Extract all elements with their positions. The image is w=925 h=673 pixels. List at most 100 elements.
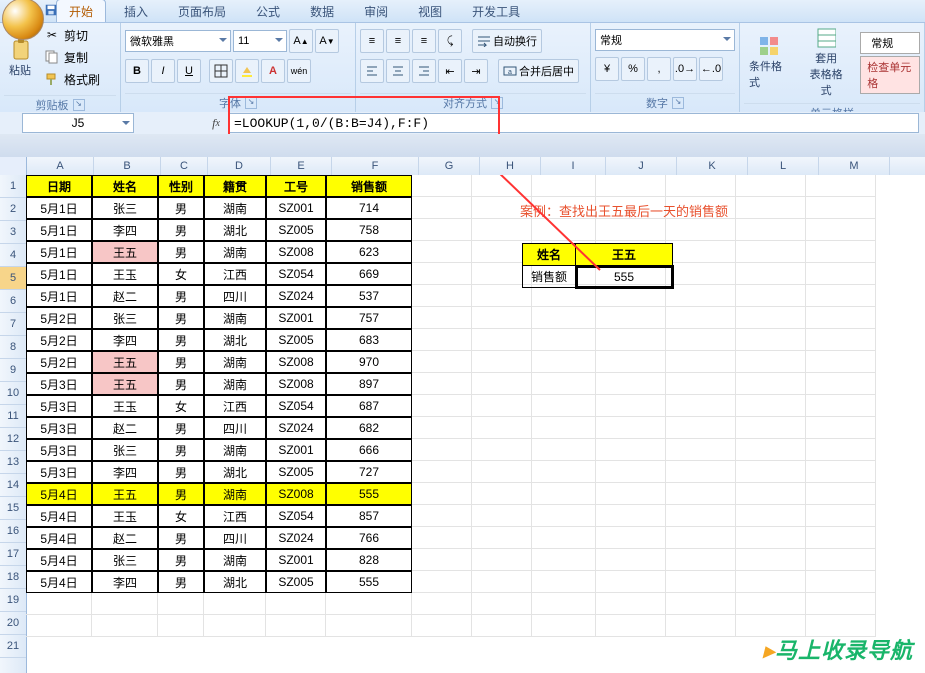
cell-F3[interactable]: 758	[326, 219, 412, 241]
cell-C7[interactable]: 男	[158, 307, 204, 329]
cell-E14[interactable]: SZ005	[266, 461, 326, 483]
cell-H20[interactable]	[472, 593, 532, 615]
cell-J7[interactable]	[596, 307, 666, 329]
cell-K12[interactable]	[666, 417, 736, 439]
cell-K5[interactable]	[666, 263, 736, 285]
cell-A18[interactable]: 5月4日	[26, 549, 92, 571]
cell-M4[interactable]	[806, 241, 876, 263]
cell-F21[interactable]	[326, 615, 412, 637]
cell-J19[interactable]	[596, 571, 666, 593]
phonetic-button[interactable]: wén	[287, 59, 311, 83]
cell-I9[interactable]	[532, 351, 596, 373]
cell-L16[interactable]	[736, 505, 806, 527]
cell-E7[interactable]: SZ001	[266, 307, 326, 329]
cell-A3[interactable]: 5月1日	[26, 219, 92, 241]
cell-I16[interactable]	[532, 505, 596, 527]
menu-tab-开发工具[interactable]: 开发工具	[460, 0, 532, 23]
row-header-9[interactable]: 9	[0, 359, 26, 382]
cell-B15[interactable]: 王五	[92, 483, 158, 505]
cell-D5[interactable]: 江西	[204, 263, 266, 285]
cell-F17[interactable]: 766	[326, 527, 412, 549]
cell-J10[interactable]	[596, 373, 666, 395]
row-header-14[interactable]: 14	[0, 474, 26, 497]
cell-I7[interactable]	[532, 307, 596, 329]
decrease-decimal-button[interactable]: ←.0	[699, 57, 723, 81]
cell-K16[interactable]	[666, 505, 736, 527]
cell-J18[interactable]	[596, 549, 666, 571]
cell-E19[interactable]: SZ005	[266, 571, 326, 593]
cell-D18[interactable]: 湖南	[204, 549, 266, 571]
cell-K11[interactable]	[666, 395, 736, 417]
cut-button[interactable]: ✂剪切	[42, 25, 100, 45]
cell-G10[interactable]	[412, 373, 472, 395]
cell-E4[interactable]: SZ008	[266, 241, 326, 263]
cell-D1[interactable]: 籍贯	[204, 175, 266, 197]
wrap-text-button[interactable]: 自动换行	[472, 29, 542, 53]
cell-M13[interactable]	[806, 439, 876, 461]
row-header-7[interactable]: 7	[0, 313, 26, 336]
cell-J6[interactable]	[596, 285, 666, 307]
row-header-11[interactable]: 11	[0, 405, 26, 428]
align-right-button[interactable]	[412, 59, 436, 83]
cell-B14[interactable]: 李四	[92, 461, 158, 483]
cell-I19[interactable]	[532, 571, 596, 593]
cell-L15[interactable]	[736, 483, 806, 505]
cell-D16[interactable]: 江西	[204, 505, 266, 527]
cell-G4[interactable]	[412, 241, 472, 263]
cell-C2[interactable]: 男	[158, 197, 204, 219]
cell-C16[interactable]: 女	[158, 505, 204, 527]
cell-H21[interactable]	[472, 615, 532, 637]
cell-E8[interactable]: SZ005	[266, 329, 326, 351]
cell-F14[interactable]: 727	[326, 461, 412, 483]
cell-G16[interactable]	[412, 505, 472, 527]
row-header-1[interactable]: 1	[0, 175, 26, 198]
cell-I17[interactable]	[532, 527, 596, 549]
cell-K20[interactable]	[666, 593, 736, 615]
cell-F8[interactable]: 683	[326, 329, 412, 351]
cell-K15[interactable]	[666, 483, 736, 505]
cell-G2[interactable]	[412, 197, 472, 219]
cell-M11[interactable]	[806, 395, 876, 417]
cell-K21[interactable]	[666, 615, 736, 637]
cell-E12[interactable]: SZ024	[266, 417, 326, 439]
cell-E6[interactable]: SZ024	[266, 285, 326, 307]
cell-H19[interactable]	[472, 571, 532, 593]
cell-H10[interactable]	[472, 373, 532, 395]
align-center-button[interactable]	[386, 59, 410, 83]
align-top-button[interactable]: ≡	[360, 29, 384, 53]
cell-C11[interactable]: 女	[158, 395, 204, 417]
cell-K9[interactable]	[666, 351, 736, 373]
cell-B13[interactable]: 张三	[92, 439, 158, 461]
cell-J17[interactable]	[596, 527, 666, 549]
cell-M20[interactable]	[806, 593, 876, 615]
cell-E9[interactable]: SZ008	[266, 351, 326, 373]
col-header-F[interactable]: F	[332, 157, 419, 175]
cell-G1[interactable]	[412, 175, 472, 197]
row-header-6[interactable]: 6	[0, 290, 26, 313]
menu-tab-插入[interactable]: 插入	[112, 0, 160, 23]
cell-I18[interactable]	[532, 549, 596, 571]
cell-M5[interactable]	[806, 263, 876, 285]
cell-D6[interactable]: 四川	[204, 285, 266, 307]
row-header-16[interactable]: 16	[0, 520, 26, 543]
menu-tab-视图[interactable]: 视图	[406, 0, 454, 23]
menu-tab-数据[interactable]: 数据	[298, 0, 346, 23]
cell-K1[interactable]	[666, 175, 736, 197]
cell-B7[interactable]: 张三	[92, 307, 158, 329]
name-box[interactable]: J5	[22, 113, 134, 133]
cell-L17[interactable]	[736, 527, 806, 549]
cell-K13[interactable]	[666, 439, 736, 461]
row-header-21[interactable]: 21	[0, 635, 26, 658]
cell-L10[interactable]	[736, 373, 806, 395]
cell-I10[interactable]	[532, 373, 596, 395]
col-header-H[interactable]: H	[480, 157, 541, 175]
cell-F5[interactable]: 669	[326, 263, 412, 285]
cell-F20[interactable]	[326, 593, 412, 615]
cell-I14[interactable]	[532, 461, 596, 483]
cell-A17[interactable]: 5月4日	[26, 527, 92, 549]
cell-H7[interactable]	[472, 307, 532, 329]
cell-C13[interactable]: 男	[158, 439, 204, 461]
cell-C9[interactable]: 男	[158, 351, 204, 373]
cell-D4[interactable]: 湖南	[204, 241, 266, 263]
format-painter-button[interactable]: 格式刷	[42, 69, 100, 89]
